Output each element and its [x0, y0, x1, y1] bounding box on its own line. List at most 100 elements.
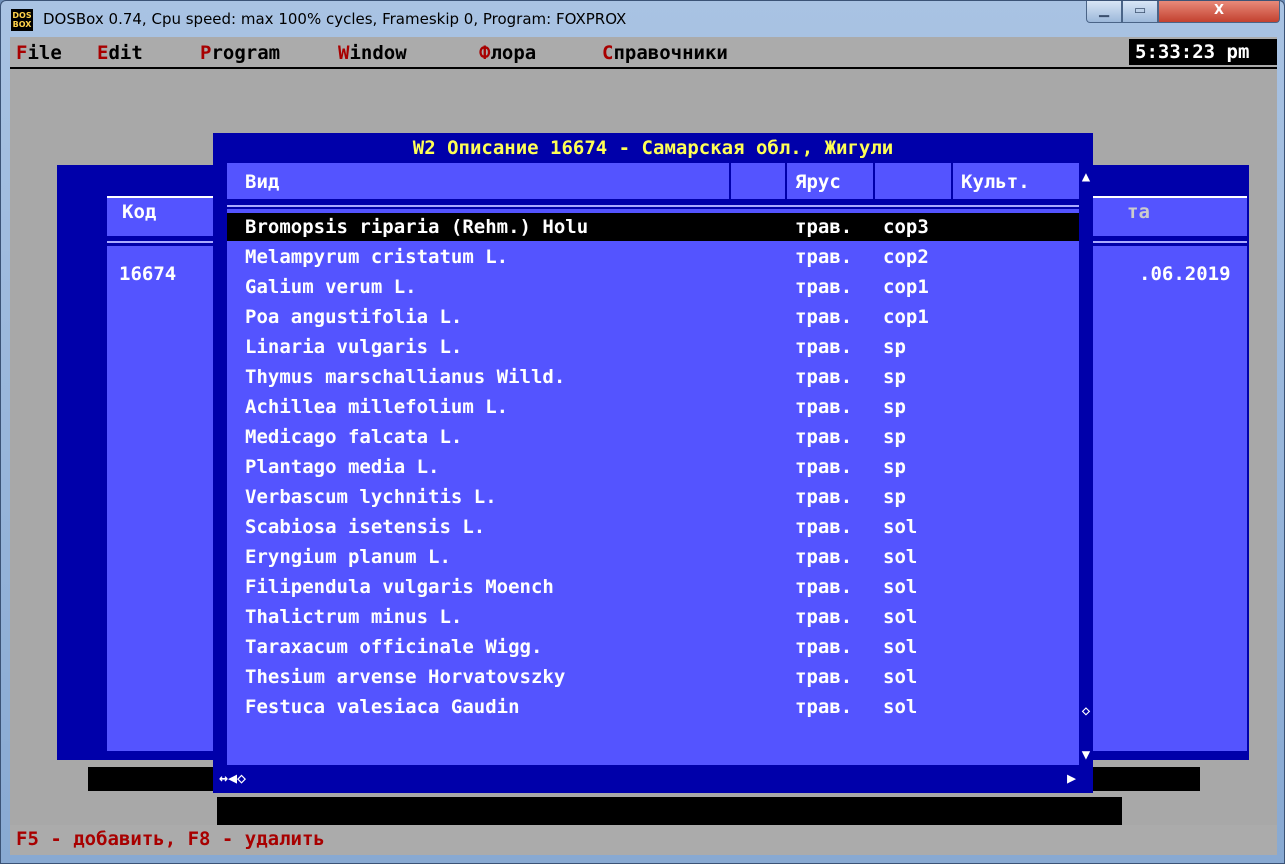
- cell-name: Bromopsis riparia (Rehm.) Holu: [245, 216, 589, 238]
- cell-yarus: трав.: [795, 516, 853, 538]
- minimize-button[interactable]: ▁: [1086, 1, 1122, 23]
- menu-program[interactable]: Program: [200, 42, 280, 64]
- list-item[interactable]: Filipendula vulgaris Moench трав. sol: [227, 573, 1079, 601]
- list-item[interactable]: Achillea millefolium L. трав. sp: [227, 393, 1079, 421]
- cell-cult: sol: [883, 606, 918, 628]
- cell-name: Linaria vulgaris L.: [245, 336, 463, 358]
- list-item[interactable]: Thalictrum minus L. трав. sol: [227, 603, 1079, 631]
- cell-name: Melampyrum cristatum L.: [245, 246, 509, 268]
- cell-cult: sol: [883, 516, 918, 538]
- cell-cult: sp: [883, 456, 906, 478]
- scroll-down-arrow-icon[interactable]: ▼: [1079, 747, 1093, 763]
- list-item[interactable]: Linaria vulgaris L. трав. sp: [227, 333, 1079, 361]
- dosbox-app-icon[interactable]: DOS BOX: [11, 9, 33, 31]
- column-divider: [873, 163, 875, 199]
- cell-name: Medicago falcata L.: [245, 426, 463, 448]
- cell-name: Poa angustifolia L.: [245, 306, 463, 328]
- list-item[interactable]: Thymus marschallianus Willd. трав. sp: [227, 363, 1079, 391]
- horizontal-scrollbar[interactable]: ↔◀◇ ▶: [213, 765, 1093, 793]
- cell-yarus: трав.: [795, 696, 853, 718]
- cell-yarus: трав.: [795, 546, 853, 568]
- scroll-thumb-icon[interactable]: ◇: [1079, 703, 1093, 719]
- cell-yarus: трав.: [795, 486, 853, 508]
- cell-name: Achillea millefolium L.: [245, 396, 509, 418]
- dos-screen: File Edit Program Window Флора Справочни…: [10, 37, 1277, 855]
- list-item[interactable]: Eryngium planum L. трав. sol: [227, 543, 1079, 571]
- dosbox-window: DOS BOX DOSBox 0.74, Cpu speed: max 100%…: [0, 0, 1285, 864]
- clock: 5:33:23 pm: [1129, 39, 1277, 65]
- scroll-left-icon[interactable]: ↔◀◇: [219, 769, 246, 787]
- list-item[interactable]: Verbascum lychnitis L. трав. sp: [227, 483, 1079, 511]
- column-header-cult[interactable]: Культ.: [961, 171, 1030, 193]
- list-item[interactable]: Medicago falcata L. трав. sp: [227, 423, 1079, 451]
- list-item[interactable]: Festuca valesiaca Gaudin трав. sol: [227, 693, 1079, 721]
- list-item[interactable]: Poa angustifolia L. трав. cop1: [227, 303, 1079, 331]
- cell-cult: sp: [883, 426, 906, 448]
- cell-cult: sp: [883, 336, 906, 358]
- menu-window[interactable]: Window: [338, 42, 407, 64]
- menu-bar: File Edit Program Window Флора Справочни…: [10, 37, 1277, 69]
- cell-yarus: трав.: [795, 246, 853, 268]
- title-bar[interactable]: DOS BOX DOSBox 0.74, Cpu speed: max 100%…: [1, 1, 1284, 37]
- cell-cult: cop3: [883, 216, 929, 238]
- column-divider: [729, 163, 731, 199]
- list-item[interactable]: Taraxacum officinale Wigg. трав. sol: [227, 633, 1079, 661]
- cell-cult: sp: [883, 396, 906, 418]
- list-item[interactable]: Plantago media L. трав. sp: [227, 453, 1079, 481]
- scroll-up-arrow-icon[interactable]: ▲: [1079, 169, 1093, 185]
- cell-name: Thymus marschallianus Willd.: [245, 366, 566, 388]
- cell-name: Thesium arvense Horvatovszky: [245, 666, 566, 688]
- list-item[interactable]: Scabiosa isetensis L. трав. sol: [227, 513, 1079, 541]
- menu-file[interactable]: File: [16, 42, 62, 64]
- record-code[interactable]: 16674: [119, 263, 176, 285]
- list-item[interactable]: Galium verum L. трав. cop1: [227, 273, 1079, 301]
- cell-cult: cop1: [883, 276, 929, 298]
- cell-cult: sol: [883, 636, 918, 658]
- column-header-yarus[interactable]: Ярус: [795, 171, 841, 193]
- cell-yarus: трав.: [795, 456, 853, 478]
- cell-name: Plantago media L.: [245, 456, 440, 478]
- cell-yarus: трав.: [795, 666, 853, 688]
- cell-cult: sol: [883, 576, 918, 598]
- cell-name: Verbascum lychnitis L.: [245, 486, 497, 508]
- close-button[interactable]: X: [1158, 1, 1280, 23]
- cell-cult: cop1: [883, 306, 929, 328]
- cell-yarus: трав.: [795, 396, 853, 418]
- scroll-right-arrow-icon[interactable]: ▶: [1067, 769, 1076, 787]
- cell-name: Eryngium planum L.: [245, 546, 451, 568]
- list-item[interactable]: Thesium arvense Horvatovszky трав. sol: [227, 663, 1079, 691]
- dialog-title: W2 Описание 16674 - Самарская обл., Жигу…: [412, 137, 894, 159]
- column-header-kod[interactable]: Код: [122, 201, 156, 223]
- status-line: F5 - добавить, F8 - удалить: [10, 825, 1277, 855]
- menu-reference[interactable]: Справочники: [602, 42, 728, 64]
- cell-cult: cop2: [883, 246, 929, 268]
- list-item[interactable]: Bromopsis riparia (Rehm.) Holu трав. cop3: [227, 213, 1079, 241]
- cell-yarus: трав.: [795, 366, 853, 388]
- maximize-button[interactable]: ▭: [1122, 1, 1158, 23]
- vertical-scrollbar[interactable]: ▲ ◇ ▼: [1079, 163, 1093, 765]
- species-list: Bromopsis riparia (Rehm.) Holu трав. cop3 M…: [227, 209, 1079, 765]
- cell-name: Galium verum L.: [245, 276, 417, 298]
- column-header-vid[interactable]: Вид: [245, 171, 279, 193]
- column-header-partial: та: [1127, 201, 1150, 223]
- dialog-shadow: [217, 797, 1122, 825]
- cell-yarus: трав.: [795, 576, 853, 598]
- column-divider: [785, 163, 787, 199]
- cell-name: Scabiosa isetensis L.: [245, 516, 486, 538]
- cell-yarus: трав.: [795, 636, 853, 658]
- header-separator: [227, 205, 1079, 207]
- column-header-row: Вид Ярус Культ.: [227, 163, 1079, 199]
- cell-name: Festuca valesiaca Gaudin: [245, 696, 520, 718]
- list-item[interactable]: Melampyrum cristatum L. трав. cop2: [227, 243, 1079, 271]
- menu-flora[interactable]: Флора: [479, 42, 536, 64]
- cell-yarus: трав.: [795, 336, 853, 358]
- cell-yarus: трав.: [795, 276, 853, 298]
- cell-cult: sol: [883, 696, 918, 718]
- record-date[interactable]: .06.2019: [1139, 263, 1231, 285]
- cell-cult: sol: [883, 546, 918, 568]
- column-divider: [951, 163, 953, 199]
- menu-edit[interactable]: Edit: [97, 42, 143, 64]
- cell-name: Thalictrum minus L.: [245, 606, 463, 628]
- cell-cult: sol: [883, 666, 918, 688]
- cell-yarus: трав.: [795, 426, 853, 448]
